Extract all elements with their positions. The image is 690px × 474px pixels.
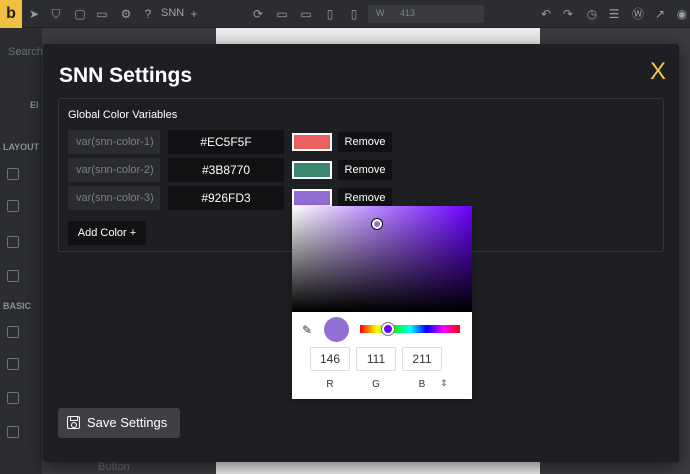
mobile-icon[interactable]: ▯ — [346, 6, 362, 22]
remove-button[interactable]: Remove — [338, 160, 392, 180]
color-swatch[interactable] — [292, 161, 332, 179]
page-icon[interactable]: ▢ — [72, 6, 88, 22]
undo-icon[interactable]: ↶ — [538, 6, 554, 22]
mode-toggle-icon[interactable]: ⇕ — [440, 378, 448, 389]
save-settings-label: Save Settings — [87, 415, 168, 430]
width-value: 413 — [400, 8, 416, 18]
redo-icon[interactable]: ↷ — [560, 6, 576, 22]
close-button[interactable]: X — [646, 60, 670, 84]
variable-name-field[interactable]: var(snn-color-2) — [68, 158, 160, 182]
database-icon[interactable]: ☰ — [606, 6, 622, 22]
hue-handle[interactable] — [382, 323, 394, 335]
builder-toolbar: b ➤ ⛉ ▢ ▭ ⚙ ? SNN + ⟳ ▭ ▭ ▯ ▯ W 413 ↶ ↷ … — [0, 0, 690, 28]
plus-icon[interactable]: + — [186, 6, 202, 22]
green-label: G — [372, 379, 380, 390]
snn-menu-label[interactable]: SNN — [161, 7, 184, 19]
folder-icon[interactable]: ▭ — [94, 6, 110, 22]
text-basic-icon[interactable] — [7, 358, 19, 370]
color-preview — [324, 317, 349, 342]
blue-input[interactable]: 211 — [402, 347, 442, 371]
saturation-value-area[interactable] — [292, 206, 472, 312]
wordpress-icon[interactable]: Ⓦ — [630, 6, 646, 22]
sidebar-section-layout: LAYOUT — [3, 142, 40, 152]
color-swatch[interactable] — [292, 189, 332, 207]
variable-name-field[interactable]: var(snn-color-3) — [68, 186, 160, 210]
remove-button[interactable]: Remove — [338, 188, 392, 208]
button-element-label[interactable]: Button — [98, 461, 130, 473]
tablet-icon[interactable]: ▯ — [322, 6, 338, 22]
color-swatch[interactable] — [292, 133, 332, 151]
modal-title: SNN Settings — [59, 64, 193, 87]
hue-slider[interactable] — [360, 323, 460, 335]
laptop-icon[interactable]: ▭ — [298, 6, 314, 22]
color-picker-popup: ✎ 146 111 211 R G B ⇕ — [292, 206, 472, 399]
text-icon[interactable] — [7, 392, 19, 404]
save-settings-button[interactable]: Save Settings — [58, 408, 180, 438]
section-icon[interactable] — [7, 168, 19, 180]
saturation-handle[interactable] — [372, 219, 382, 229]
shield-icon[interactable]: ⛉ — [48, 6, 64, 22]
builder-logo: b — [0, 0, 22, 28]
sidebar-section-basic: BASIC — [3, 301, 32, 311]
red-label: R — [326, 379, 334, 390]
color-row-1: var(snn-color-1) #EC5F5F Remove — [68, 130, 658, 154]
desktop-icon[interactable]: ▭ — [274, 6, 290, 22]
heading-icon[interactable] — [7, 326, 19, 338]
gear-icon[interactable]: ⚙ — [118, 6, 134, 22]
panel-title: Global Color Variables — [68, 109, 178, 121]
blue-label: B — [418, 379, 426, 390]
external-link-icon[interactable]: ↗ — [652, 6, 668, 22]
add-color-button[interactable]: Add Color + — [68, 221, 146, 245]
variable-name-field[interactable]: var(snn-color-1) — [68, 130, 160, 154]
history-icon[interactable]: ◷ — [584, 6, 600, 22]
red-input[interactable]: 146 — [310, 347, 350, 371]
eyedropper-icon[interactable]: ✎ — [302, 323, 316, 337]
canvas-width-field[interactable]: W 413 — [368, 5, 484, 23]
remove-button[interactable]: Remove — [338, 132, 392, 152]
builder-sidebar: Search El LAYOUT BASIC — [0, 28, 43, 474]
div-icon[interactable] — [7, 270, 19, 282]
sidebar-element-tab[interactable]: El — [30, 100, 39, 110]
help-icon[interactable]: ? — [140, 6, 156, 22]
sidebar-search[interactable]: Search — [8, 46, 43, 58]
refresh-icon[interactable]: ⟳ — [250, 6, 266, 22]
block-icon[interactable] — [7, 236, 19, 248]
save-icon — [67, 416, 80, 429]
hex-value-input[interactable]: #EC5F5F — [168, 130, 284, 154]
color-row-2: var(snn-color-2) #3B8770 Remove — [68, 158, 658, 182]
cursor-icon[interactable]: ➤ — [26, 6, 42, 22]
link-icon[interactable] — [7, 426, 19, 438]
green-input[interactable]: 111 — [356, 347, 396, 371]
eye-icon[interactable]: ◉ — [674, 6, 690, 22]
container-icon[interactable] — [7, 200, 19, 212]
hex-value-input[interactable]: #3B8770 — [168, 158, 284, 182]
width-prefix: W — [376, 8, 385, 18]
hex-value-input[interactable]: #926FD3 — [168, 186, 284, 210]
